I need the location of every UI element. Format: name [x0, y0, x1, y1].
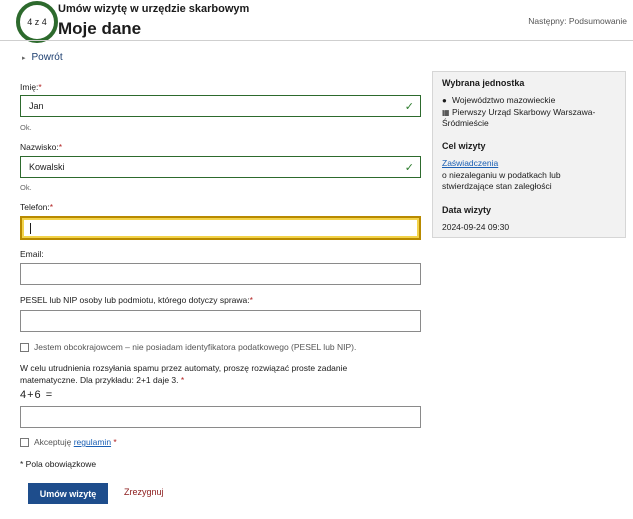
back-link[interactable]: ▸ Powrót	[22, 52, 63, 63]
header-divider	[0, 40, 633, 41]
pesel-label: PESEL lub NIP osoby lub podmiotu, któreg…	[20, 295, 253, 305]
required-mark: *	[49, 202, 54, 212]
required-mark: *	[38, 82, 42, 92]
phone-field[interactable]	[20, 216, 421, 240]
date-value: 2024-09-24 09:30	[442, 222, 510, 232]
date-heading: Data wizyty	[442, 205, 492, 215]
check-icon: ✓	[404, 162, 414, 174]
building-icon: ▦	[442, 108, 450, 117]
purpose-heading: Cel wizyty	[442, 141, 486, 151]
terms-checkbox[interactable]	[20, 438, 29, 447]
captcha-expression: 4+6 =	[20, 389, 54, 401]
foreigner-checkbox[interactable]	[20, 343, 29, 352]
chevron-right-icon: ▸	[22, 54, 26, 62]
first-name-label: Imię:*	[20, 82, 42, 92]
cancel-link[interactable]: Zrezygnuj	[124, 487, 164, 497]
step-indicator: 4 z 4	[16, 1, 58, 43]
last-name-field[interactable]: Kowalski ✓	[20, 156, 421, 178]
next-step-label: Następny: Podsumowanie	[528, 16, 627, 26]
voivodeship-line: ● Województwo mazowieckie	[442, 95, 556, 105]
required-mark: *	[113, 437, 117, 447]
required-note: * Pola obowiązkowe	[20, 459, 97, 469]
purpose-text: o niezaleganiu w podatkach lub stwierdza…	[442, 170, 561, 191]
page-title: Moje dane	[58, 19, 142, 38]
step-indicator-text: 4 z 4	[27, 17, 47, 27]
check-icon: ✓	[404, 101, 414, 113]
required-mark: *	[249, 295, 253, 305]
location-pin-icon: ●	[442, 96, 447, 105]
first-name-hint: Ok.	[20, 123, 32, 132]
back-link-label: Powrót	[31, 52, 63, 63]
foreigner-checkbox-label: Jestem obcokrajowcem – nie posiadam iden…	[34, 342, 357, 352]
pesel-field[interactable]	[20, 310, 421, 332]
captcha-instruction: W celu utrudnienia rozsyłania spamu prze…	[20, 363, 348, 385]
phone-label: Telefon:*	[20, 202, 54, 212]
first-name-field[interactable]: Jan ✓	[20, 95, 421, 117]
email-field[interactable]	[20, 263, 421, 285]
first-name-value: Jan	[29, 101, 44, 111]
process-title: Umów wizytę w urzędzie skarbowym	[58, 3, 250, 15]
office-line: ▦ Pierwszy Urząd Skarbowy Warszawa-Śródmi…	[442, 107, 596, 128]
purpose-link[interactable]: Zaświadczenia	[442, 158, 498, 169]
captcha-answer-field[interactable]	[20, 406, 421, 428]
last-name-label: Nazwisko:*	[20, 142, 63, 152]
required-mark: *	[180, 375, 185, 385]
unit-heading: Wybrana jednostka	[442, 78, 525, 88]
email-label: Email:	[20, 249, 44, 259]
terms-label: Akceptuję regulamin *	[34, 437, 117, 447]
required-mark: *	[58, 142, 63, 152]
last-name-value: Kowalski	[29, 162, 65, 172]
terms-link[interactable]: regulamin	[74, 437, 111, 447]
last-name-hint: Ok.	[20, 183, 32, 192]
submit-button[interactable]: Umów wizytę	[28, 483, 108, 504]
text-caret	[30, 222, 31, 234]
